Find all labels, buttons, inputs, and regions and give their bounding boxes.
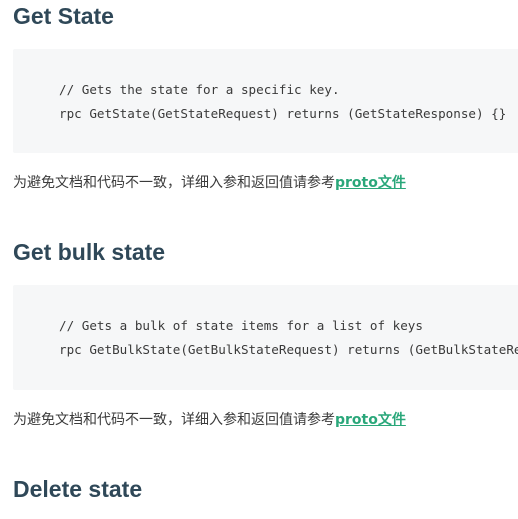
code-rpc-line: rpc GetState(GetStateRequest) returns (G…: [59, 106, 507, 121]
code-content: // Gets a bulk of state items for a list…: [13, 285, 518, 362]
doc-note-get-state: 为避免文档和代码不一致，详细入参和返回值请参考proto文件: [13, 173, 406, 193]
doc-note-get-bulk-state: 为避免文档和代码不一致，详细入参和返回值请参考proto文件: [13, 410, 406, 430]
code-rpc-line: rpc GetBulkState(GetBulkStateRequest) re…: [59, 342, 518, 357]
heading-get-bulk-state: Get bulk state: [13, 239, 166, 265]
doc-note-text: 为避免文档和代码不一致，详细入参和返回值请参考: [13, 175, 335, 191]
code-comment-line: // Gets a bulk of state items for a list…: [59, 318, 423, 333]
code-block-get-bulk-state: // Gets a bulk of state items for a list…: [13, 285, 518, 390]
code-content: // Gets the state for a specific key. rpc…: [13, 49, 518, 126]
code-block-get-state: // Gets the state for a specific key. rpc…: [13, 49, 518, 153]
proto-file-link[interactable]: proto文件: [335, 412, 406, 428]
code-comment-line: // Gets the state for a specific key.: [59, 82, 340, 97]
proto-file-link[interactable]: proto文件: [335, 175, 406, 191]
heading-delete-state: Delete state: [13, 476, 143, 502]
doc-note-text: 为避免文档和代码不一致，详细入参和返回值请参考: [13, 412, 335, 428]
heading-get-state: Get State: [13, 3, 114, 29]
